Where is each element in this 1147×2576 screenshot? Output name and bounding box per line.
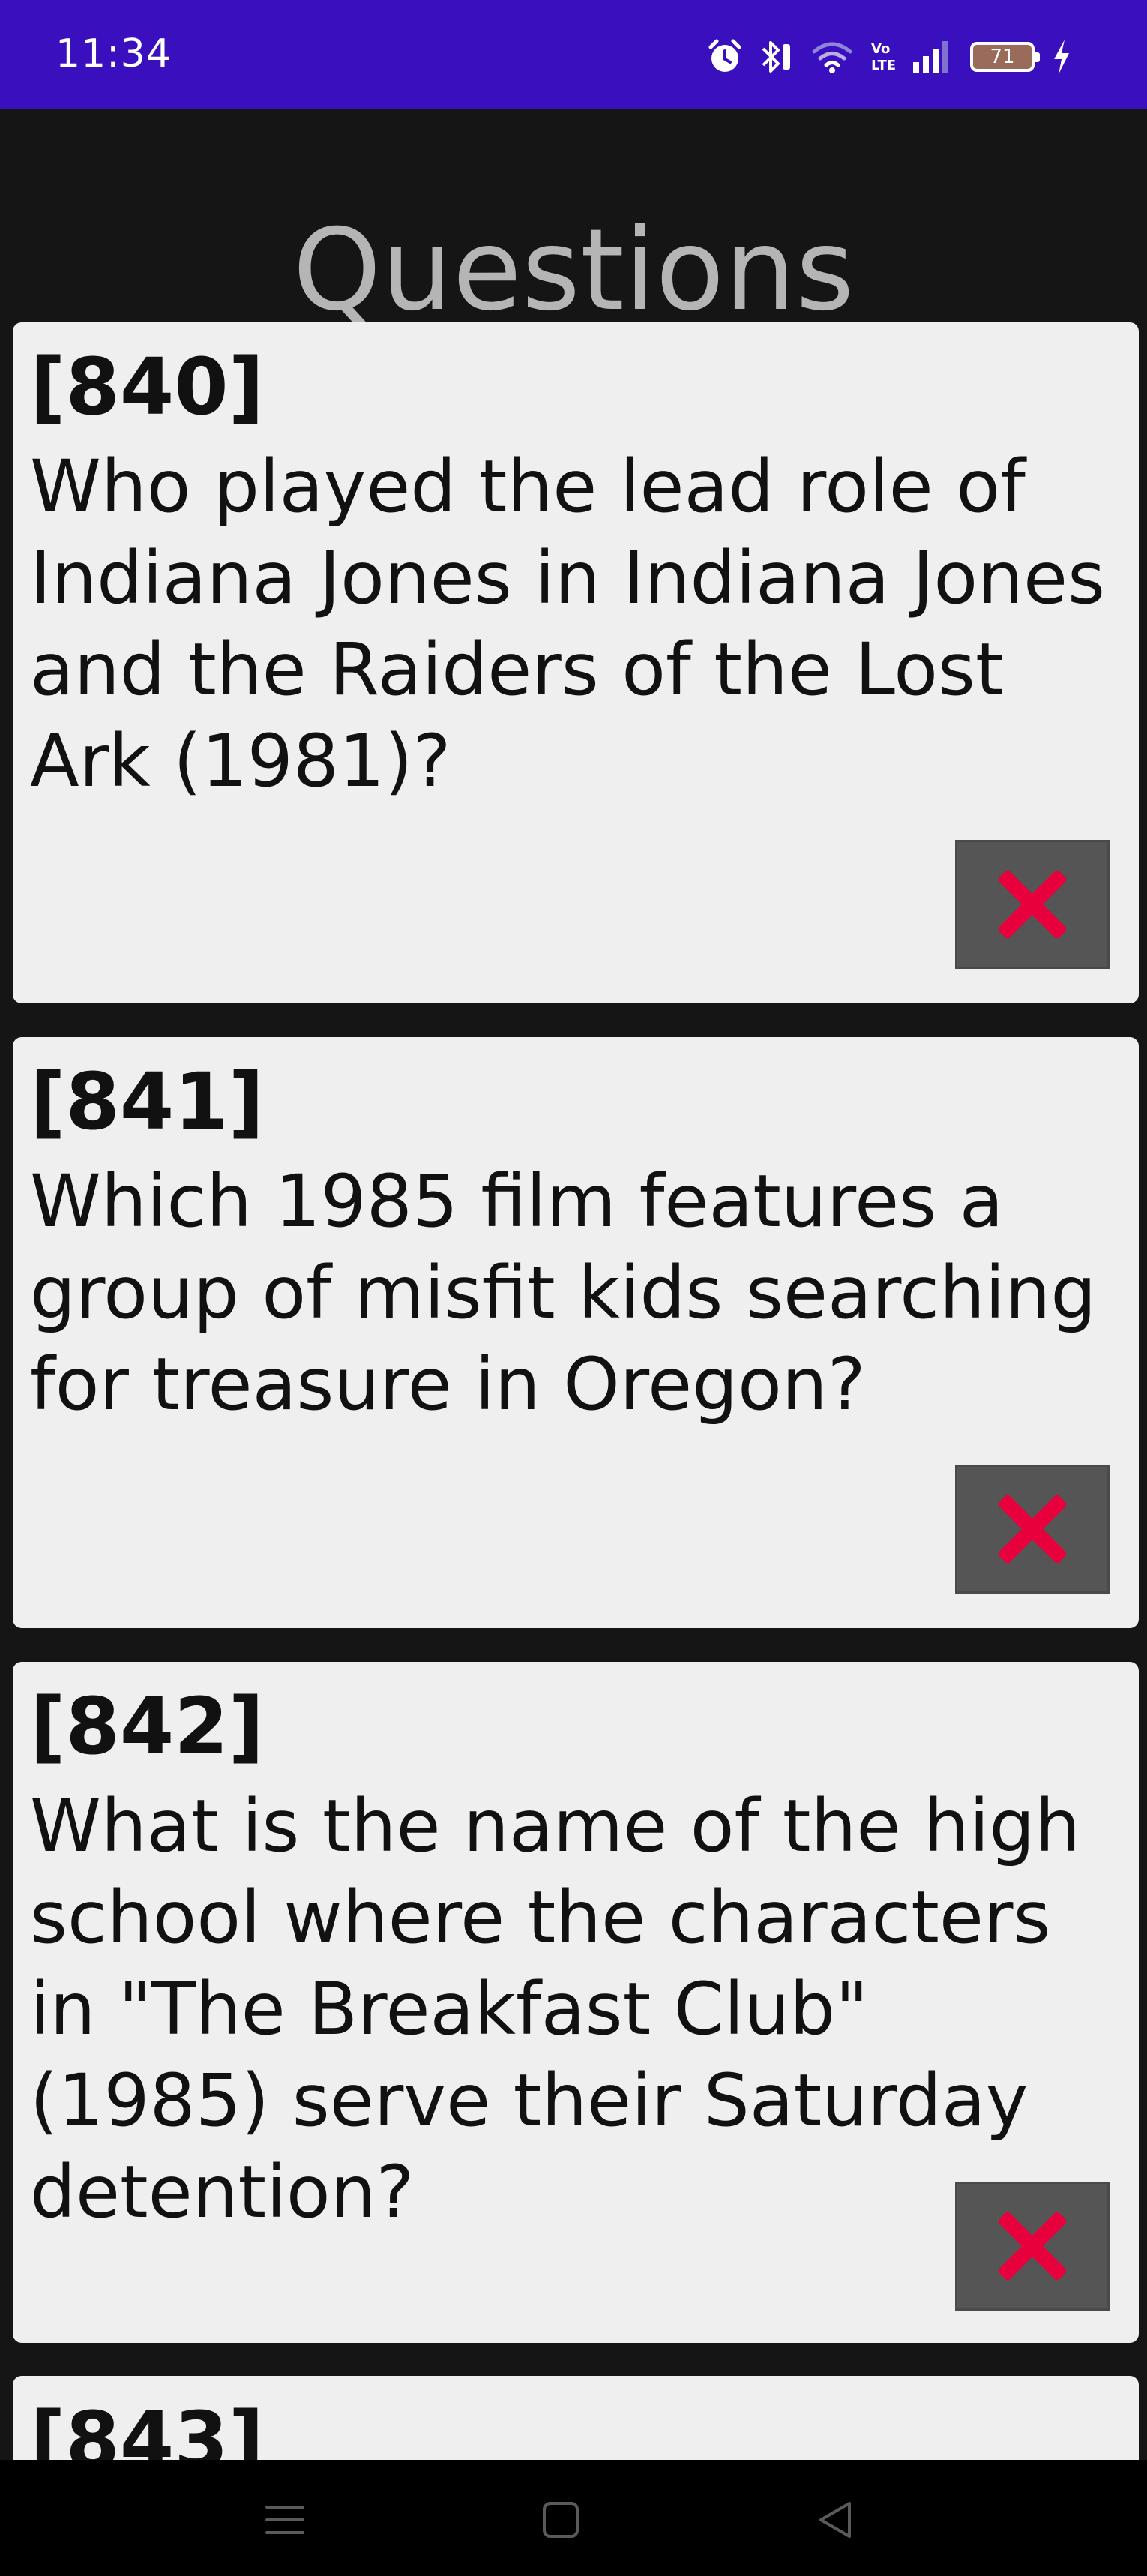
question-text: Who played the lead role of Indiana Jone… — [30, 445, 1106, 803]
delete-x-icon — [999, 1495, 1066, 1563]
home-icon[interactable] — [531, 2494, 591, 2546]
delete-x-icon — [999, 871, 1066, 938]
page-title: Questions — [292, 205, 855, 336]
question-card: [840] Who played the lead role of Indian… — [13, 322, 1139, 1003]
question-text: Which 1985 film features a group of misf… — [30, 1159, 1097, 1426]
questions-list[interactable]: Questions [840] Who played the lead role… — [0, 0, 1147, 2460]
navigation-bar — [0, 2460, 1147, 2576]
back-icon[interactable] — [806, 2494, 866, 2546]
question-card: [843] — [13, 2376, 1139, 2460]
question-id: [843] — [30, 2395, 265, 2460]
question-id: [842] — [30, 1681, 265, 1772]
menu-icon[interactable] — [255, 2494, 315, 2546]
question-text: What is the name of the high school wher… — [30, 1784, 1081, 2234]
delete-button[interactable] — [955, 1465, 1110, 1594]
question-card: [841] Which 1985 film features a group o… — [13, 1037, 1139, 1628]
delete-button[interactable] — [955, 840, 1110, 969]
delete-button[interactable] — [955, 2182, 1110, 2311]
question-id: [840] — [30, 341, 265, 433]
question-card: [842] What is the name of the high schoo… — [13, 1662, 1139, 2343]
question-id: [841] — [30, 1056, 265, 1147]
delete-x-icon — [999, 2212, 1066, 2280]
